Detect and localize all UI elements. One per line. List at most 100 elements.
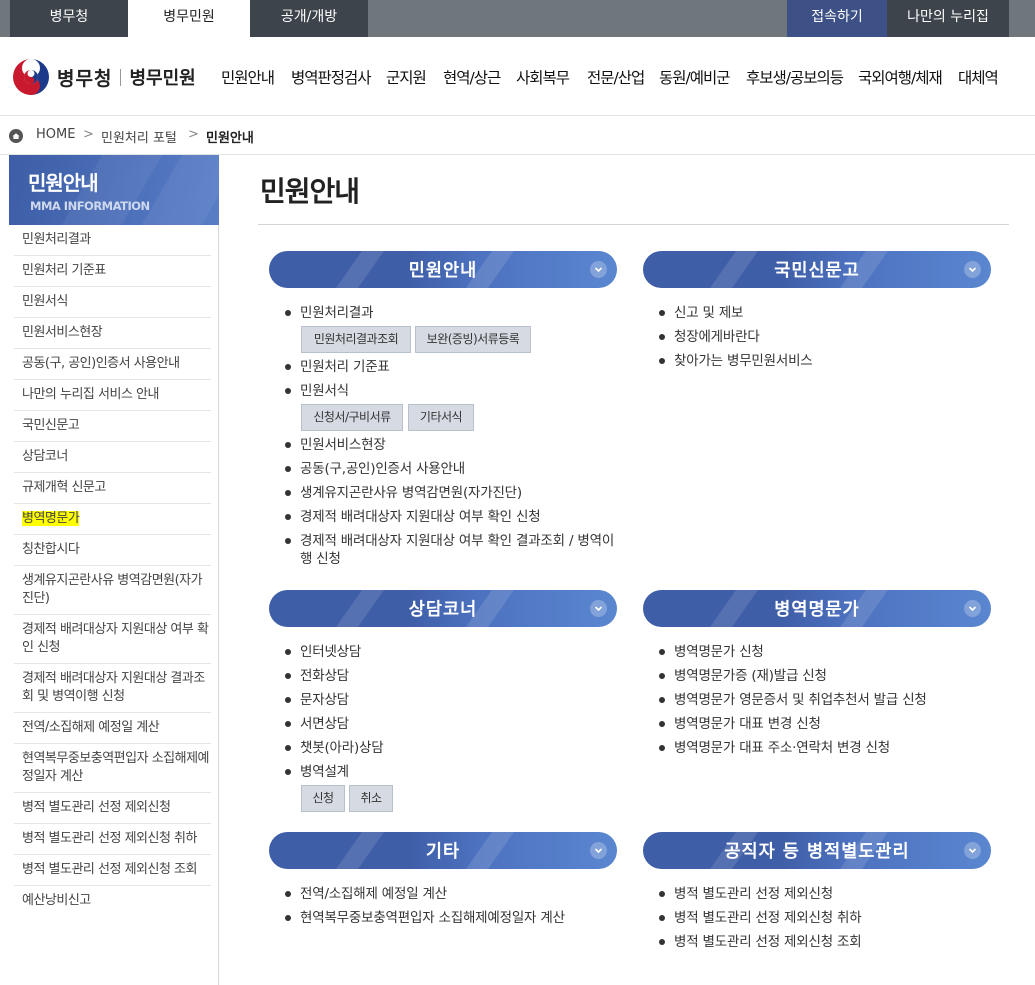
gnb-item-enlist[interactable]: 군지원	[386, 66, 427, 90]
sidebar-item-result[interactable]: 민원처리결과	[14, 225, 211, 256]
civil-result-query-button[interactable]: 민원처리결과조회	[301, 326, 411, 353]
gnb-item-candidate[interactable]: 후보생/공보의등	[746, 66, 844, 90]
link-military-plan[interactable]: 병역설계	[285, 763, 349, 781]
site-logo[interactable]: 병무청 병무민원	[12, 57, 196, 97]
sidebar-item-exclusion-check[interactable]: 병적 별도관리 선정 제외신청 조회	[14, 855, 211, 886]
link-written-counsel[interactable]: 서면상담	[285, 715, 349, 733]
chevron-down-icon[interactable]	[590, 842, 607, 859]
gnb-item-active[interactable]: 현역/상근	[443, 66, 501, 90]
sidebar-title: 민원안내	[28, 171, 99, 195]
section-title: 민원안내	[408, 261, 478, 281]
chevron-down-icon[interactable]	[590, 261, 607, 278]
chevron-down-icon[interactable]	[964, 261, 981, 278]
gnb-item-overseas[interactable]: 국외여행/체재	[858, 66, 943, 90]
link-exemption[interactable]: 생계유지곤란사유 병역감면원(자가진단)	[285, 484, 522, 502]
breadcrumb: HOME > 민원처리 포털 > 민원안내	[0, 117, 1035, 155]
sidebar-item-econ-result[interactable]: 경제적 배려대상자 지원대상 결과조회 및 병역이행 신청	[14, 664, 211, 713]
page-title: 민원안내	[260, 175, 360, 208]
sidebar-item-budget[interactable]: 예산낭비신고	[14, 886, 211, 917]
sidebar-item-sinmungo[interactable]: 국민신문고	[14, 411, 211, 442]
chevron-down-icon[interactable]	[590, 600, 607, 617]
tab-civil-service[interactable]: 병무민원	[128, 0, 250, 38]
breadcrumb-separator: >	[188, 127, 199, 142]
title-divider	[258, 224, 1009, 225]
link-family-rep-change[interactable]: 병역명문가 대표 변경 신청	[659, 715, 821, 733]
gnb-item-civil-guide[interactable]: 민원안내	[221, 66, 275, 90]
gnb-item-industry[interactable]: 전문/산업	[587, 66, 645, 90]
application-form-button[interactable]: 신청서/구비서류	[301, 404, 403, 431]
breadcrumb-portal[interactable]: 민원처리 포털	[101, 127, 177, 146]
sidebar-item-discharge-calc[interactable]: 전역/소집해제 예정일 계산	[14, 713, 211, 744]
link-econ-result[interactable]: 경제적 배려대상자 지원대상 여부 확인 결과조회 / 병역이행 신청	[285, 532, 620, 568]
link-family-apply[interactable]: 병역명문가 신청	[659, 643, 764, 661]
link-exclusion-cancel[interactable]: 병적 별도관리 선정 제외신청 취하	[659, 909, 862, 927]
section-sinmungo-header[interactable]: 국민신문고	[643, 251, 991, 288]
breadcrumb-home[interactable]: HOME	[36, 127, 75, 142]
link-chatbot-counsel[interactable]: 챗봇(아라)상담	[285, 739, 384, 757]
gnb-item-exam[interactable]: 병역판정검사	[291, 66, 372, 90]
sidebar: 민원안내 MMA INFORMATION 민원처리결과 민원처리 기준표 민원서…	[9, 155, 219, 985]
sidebar-item-econ-check[interactable]: 경제적 배려대상자 지원대상 여부 확인 신청	[14, 615, 211, 664]
link-visiting-service[interactable]: 찾아가는 병무민원서비스	[659, 352, 813, 370]
breadcrumb-current: 민원안내	[206, 131, 254, 146]
sidebar-item-praise[interactable]: 칭찬합시다	[14, 535, 211, 566]
login-button[interactable]: 접속하기	[787, 0, 887, 37]
logo-divider	[120, 68, 122, 86]
sidebar-item-exemption[interactable]: 생계유지곤란사유 병역감면원(자가진단)	[14, 566, 211, 615]
link-exclusion-apply[interactable]: 병적 별도관리 선정 제외신청	[659, 885, 833, 903]
sidebar-item-standard[interactable]: 민원처리 기준표	[14, 256, 211, 287]
link-to-commissioner[interactable]: 청장에게바란다	[659, 328, 760, 346]
home-icon[interactable]	[9, 129, 23, 143]
section-family-header[interactable]: 병역명문가	[643, 590, 991, 627]
section-title: 병역명문가	[774, 600, 860, 620]
link-civil-result[interactable]: 민원처리결과	[285, 304, 374, 322]
my-page-button[interactable]: 나만의 누리집	[887, 0, 1009, 37]
link-civil-forms[interactable]: 민원서식	[285, 382, 349, 400]
gnb-item-alternative[interactable]: 대체역	[958, 66, 999, 90]
link-exclusion-check[interactable]: 병적 별도관리 선정 제외신청 조회	[659, 933, 862, 951]
chevron-down-icon[interactable]	[964, 600, 981, 617]
section-official-header[interactable]: 공직자 등 병적별도관리	[643, 832, 991, 869]
sidebar-item-forms[interactable]: 민원서식	[14, 287, 211, 318]
taegeuk-logo-icon	[13, 59, 49, 95]
tab-open[interactable]: 공개/개방	[250, 0, 368, 37]
link-internet-counsel[interactable]: 인터넷상담	[285, 643, 361, 661]
sidebar-item-service-field[interactable]: 민원서비스현장	[14, 318, 211, 349]
site-header: 병무청 병무민원 민원안내 병역판정검사 군지원 현역/상근 사회복무 전문/산…	[0, 37, 1035, 116]
link-family-english-cert[interactable]: 병역명문가 영문증서 및 취업추천서 발급 신청	[659, 691, 927, 709]
section-etc-header[interactable]: 기타	[269, 832, 617, 869]
link-sms-counsel[interactable]: 문자상담	[285, 691, 349, 709]
link-phone-counsel[interactable]: 전화상담	[285, 667, 349, 685]
chevron-down-icon[interactable]	[964, 842, 981, 859]
gnb-item-reserve[interactable]: 동원/예비군	[659, 66, 731, 90]
sidebar-item-certificate[interactable]: 공동(구, 공인)인증서 사용안내	[14, 349, 211, 380]
link-family-reissue[interactable]: 병역명문가증 (재)발급 신청	[659, 667, 827, 685]
link-civil-standard[interactable]: 민원처리 기준표	[285, 358, 390, 376]
sidebar-item-counsel[interactable]: 상담코너	[14, 442, 211, 473]
section-title: 공직자 등 병적별도관리	[724, 842, 910, 862]
link-supplement-calc[interactable]: 현역복무중보충역편입자 소집해제예정일자 계산	[285, 909, 565, 927]
link-service-field[interactable]: 민원서비스현장	[285, 436, 386, 454]
section-civil-guide-header[interactable]: 민원안내	[269, 251, 617, 288]
cancel-button[interactable]: 취소	[349, 785, 393, 812]
sidebar-item-family[interactable]: 병역명문가	[14, 504, 211, 535]
section-title: 기타	[425, 842, 461, 862]
link-econ-check[interactable]: 경제적 배려대상자 지원대상 여부 확인 신청	[285, 508, 541, 526]
section-title: 상담코너	[408, 600, 478, 620]
top-utility-bar: 병무청 병무민원 공개/개방 접속하기 나만의 누리집	[0, 0, 1035, 38]
sidebar-item-my-page[interactable]: 나만의 누리집 서비스 안내	[14, 380, 211, 411]
link-family-contact-change[interactable]: 병역명문가 대표 주소·연락처 변경 신청	[659, 739, 890, 757]
sidebar-item-exclusion-cancel[interactable]: 병적 별도관리 선정 제외신청 취하	[14, 824, 211, 855]
gnb-item-social[interactable]: 사회복무	[516, 66, 570, 90]
link-report[interactable]: 신고 및 제보	[659, 304, 743, 322]
apply-button[interactable]: 신청	[301, 785, 345, 812]
supplement-docs-button[interactable]: 보완(증빙)서류등록	[415, 326, 531, 353]
sidebar-item-supplement-calc[interactable]: 현역복무중보충역편입자 소집해제예정일자 계산	[14, 744, 211, 793]
tab-mma[interactable]: 병무청	[10, 0, 128, 37]
section-counsel-header[interactable]: 상담코너	[269, 590, 617, 627]
sidebar-item-regulation[interactable]: 규제개혁 신문고	[14, 473, 211, 504]
sidebar-item-exclusion[interactable]: 병적 별도관리 선정 제외신청	[14, 793, 211, 824]
other-forms-button[interactable]: 기타서식	[408, 404, 474, 431]
link-certificate[interactable]: 공동(구,공인)인증서 사용안내	[285, 460, 465, 478]
link-discharge-calc[interactable]: 전역/소집해제 예정일 계산	[285, 885, 447, 903]
